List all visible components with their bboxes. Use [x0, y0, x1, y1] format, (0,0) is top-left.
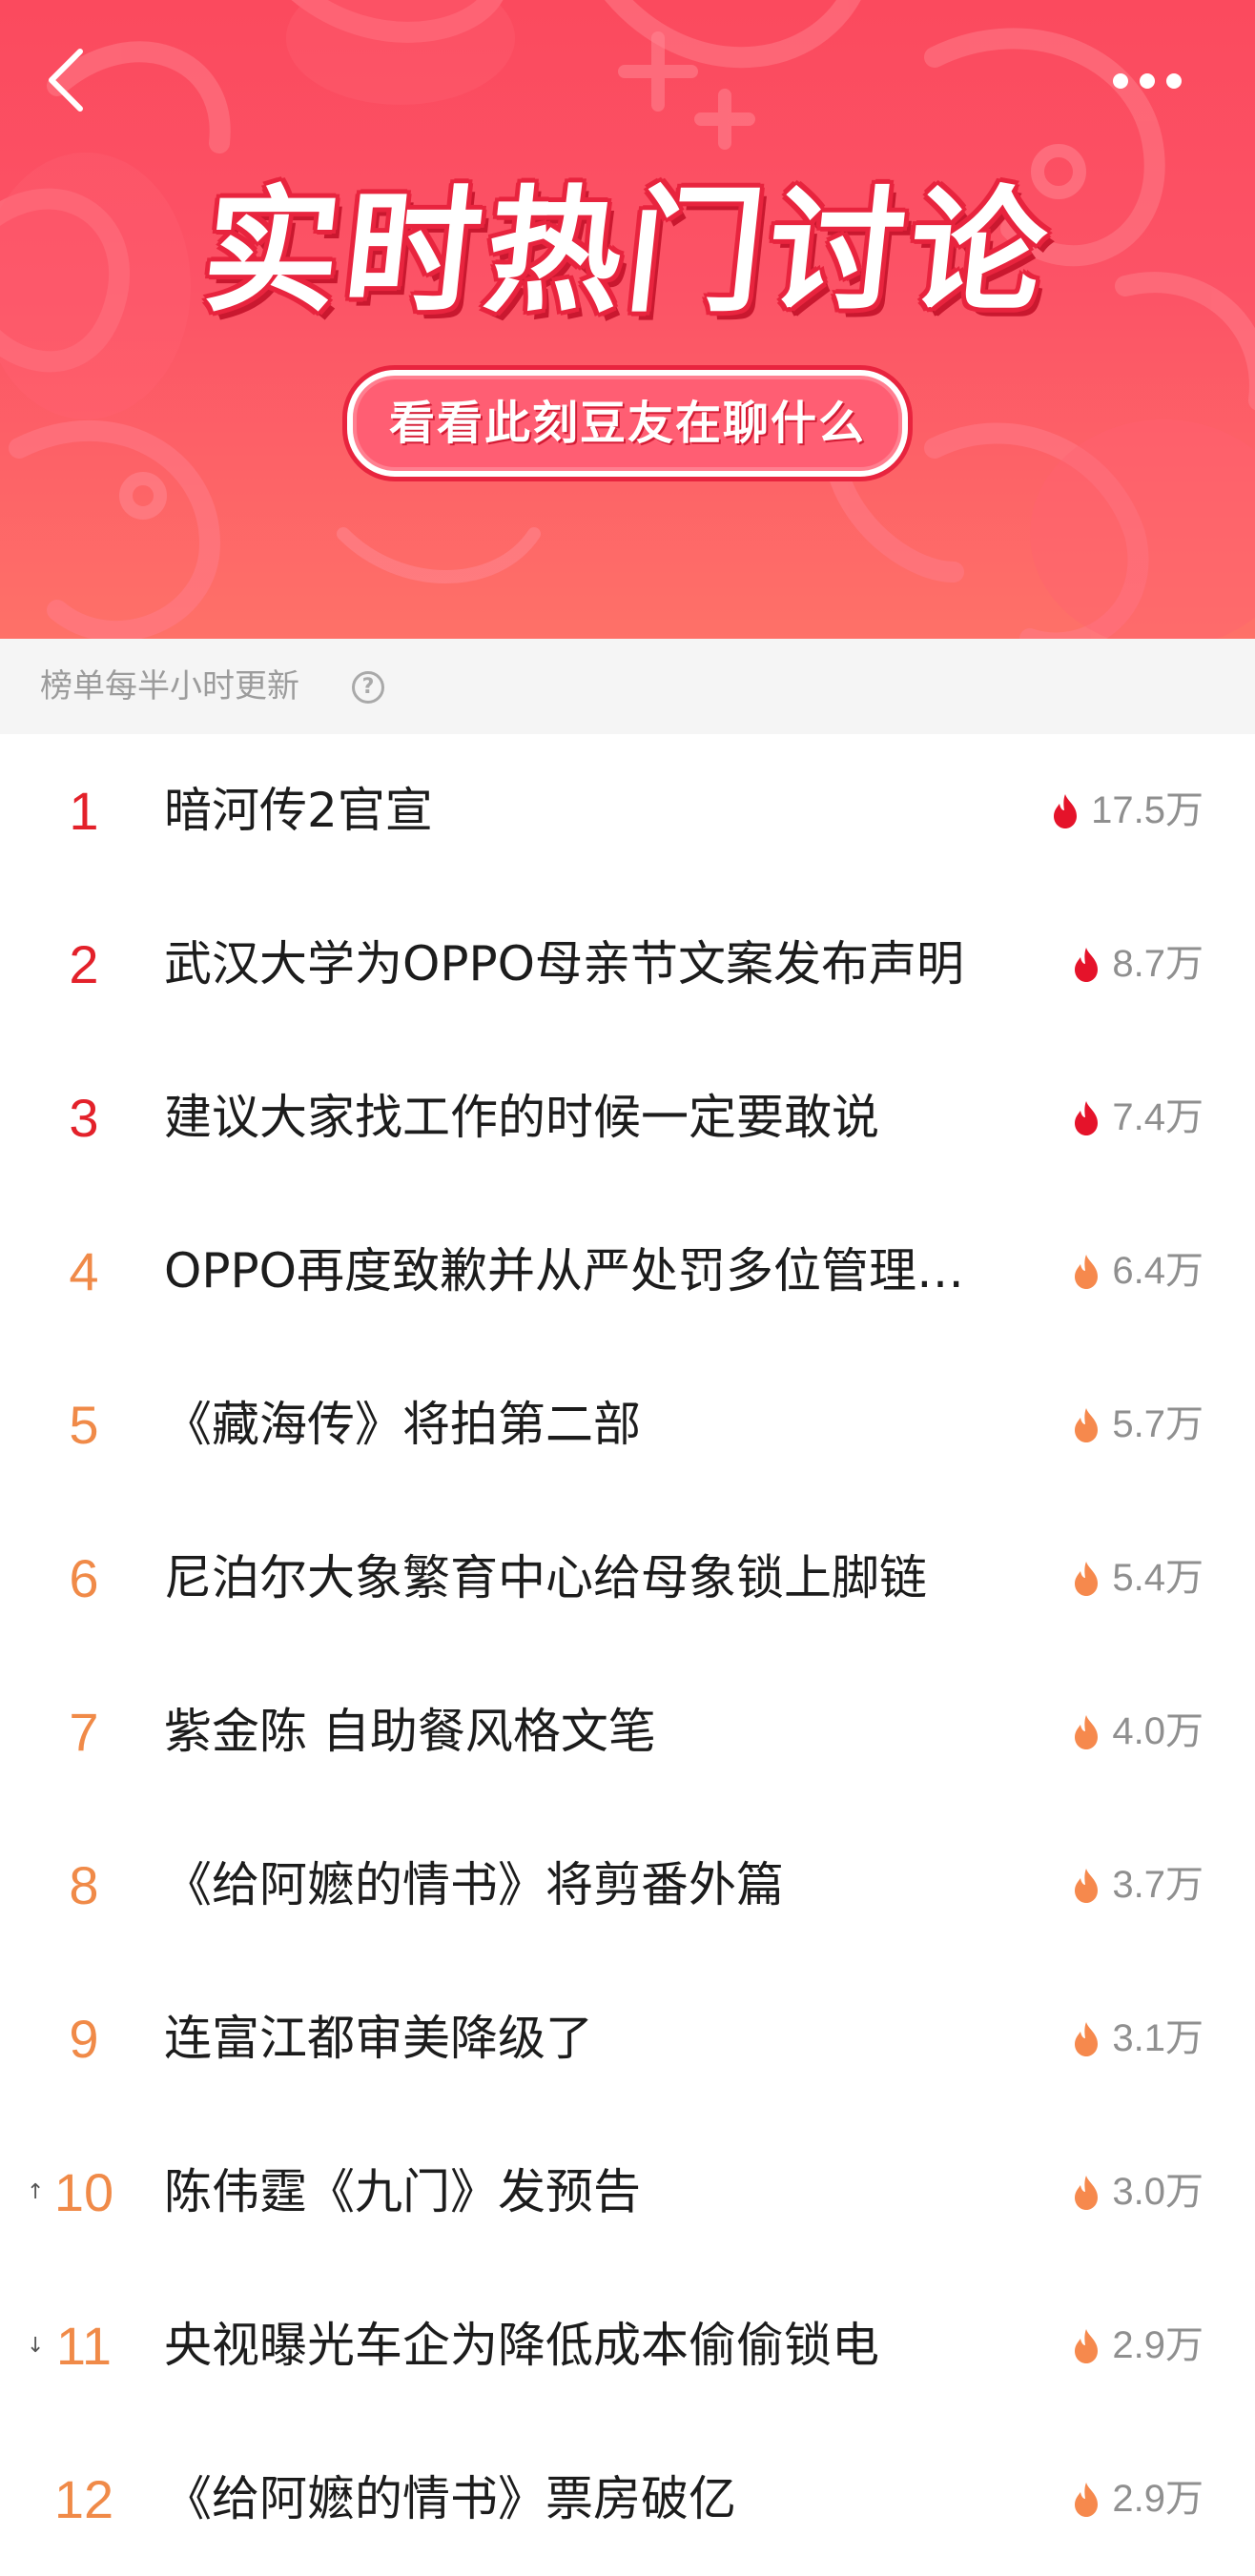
rank-number: 7 [69, 1702, 99, 1762]
list-item[interactable]: 2 武汉大学为OPPO母亲节文案发布声明 8.7万 [0, 888, 1255, 1041]
chevron-left-icon [49, 49, 83, 112]
flame-icon [1075, 1561, 1099, 1596]
back-button[interactable] [38, 42, 95, 118]
banner-title-wrap: 实时热门讨论 [0, 172, 1255, 334]
rank-number: 2 [69, 934, 99, 994]
hot-topic-list: 1 暗河传2官宣 17.5万 2 武汉大学为OPPO母亲节文案发布声明 8.7万… [0, 734, 1255, 2576]
list-item[interactable]: 1 暗河传2官宣 17.5万 [0, 734, 1255, 888]
topic-title: 《藏海传》将拍第二部 [164, 1397, 641, 1452]
topic-title: 央视曝光车企为降低成本偷偷锁电 [164, 2318, 879, 2373]
topic-title: 暗河传2官宣 [164, 783, 433, 838]
more-horizontal-icon [1113, 73, 1182, 89]
heat-count: 5.4万 [1072, 1502, 1204, 1655]
heat-count: 7.4万 [1072, 1041, 1204, 1195]
topic-title: 紫金陈 自助餐风格文笔 [164, 1704, 656, 1759]
flame-icon [1075, 2482, 1099, 2517]
heat-value: 2.9万 [1112, 2478, 1204, 2520]
list-item[interactable]: ↓ 11 央视曝光车企为降低成本偷偷锁电 2.9万 [0, 2269, 1255, 2423]
heat-value: 17.5万 [1091, 789, 1204, 831]
list-item[interactable]: 5 《藏海传》将拍第二部 5.7万 [0, 1348, 1255, 1502]
flame-icon [1075, 1254, 1099, 1289]
topic-title: 武汉大学为OPPO母亲节文案发布声明 [164, 936, 965, 992]
rank-number: 11 [55, 2316, 113, 2376]
heat-count: 8.7万 [1072, 888, 1204, 1041]
page-title: 实时热门讨论 [195, 174, 1060, 331]
heat-count: 6.4万 [1072, 1195, 1204, 1348]
flame-icon [1054, 793, 1078, 828]
heat-count: 2.9万 [1072, 2423, 1204, 2576]
heat-value: 8.7万 [1112, 943, 1204, 985]
heat-value: 3.1万 [1112, 2017, 1204, 2059]
list-item[interactable]: 8 《给阿嬷的情书》将剪番外篇 3.7万 [0, 1809, 1255, 1962]
flame-icon [1075, 1407, 1099, 1442]
flame-icon [1075, 947, 1099, 982]
rank-number: 5 [69, 1395, 99, 1455]
list-item[interactable]: 3 建议大家找工作的时候一定要敢说 7.4万 [0, 1041, 1255, 1195]
heat-count: 5.7万 [1072, 1348, 1204, 1502]
rank-number: 6 [69, 1548, 99, 1608]
heat-value: 5.7万 [1112, 1403, 1204, 1445]
heat-count: 3.7万 [1072, 1809, 1204, 1962]
rank-number: 10 [53, 2162, 114, 2222]
rank-number: 8 [69, 1855, 99, 1915]
rank-number: 3 [69, 1088, 99, 1148]
question-circle-icon[interactable]: ? [352, 671, 384, 704]
topic-title: 尼泊尔大象繁育中心给母象锁上脚链 [164, 1550, 927, 1605]
heat-value: 2.9万 [1112, 2324, 1204, 2366]
heat-count: 3.1万 [1072, 1962, 1204, 2116]
update-notice-text: 榜单每半小时更新 [40, 667, 299, 705]
update-notice-bar: 榜单每半小时更新 ? [0, 639, 1255, 734]
list-item[interactable]: 12 《给阿嬷的情书》票房破亿 2.9万 [0, 2423, 1255, 2576]
list-item[interactable]: 6 尼泊尔大象繁育中心给母象锁上脚链 5.4万 [0, 1502, 1255, 1655]
topic-title: 《给阿嬷的情书》票房破亿 [164, 2471, 736, 2526]
heat-count: 3.0万 [1072, 2116, 1204, 2269]
list-item[interactable]: ↑ 10 陈伟霆《九门》发预告 3.0万 [0, 2116, 1255, 2269]
list-item[interactable]: 7 紫金陈 自助餐风格文笔 4.0万 [0, 1655, 1255, 1809]
heat-value: 3.0万 [1112, 2171, 1204, 2213]
flame-icon [1075, 1868, 1099, 1903]
banner-subtitle-wrap: 看看此刻豆友在聊什么 [0, 370, 1255, 477]
heat-value: 4.0万 [1112, 1710, 1204, 1752]
heat-count: 2.9万 [1072, 2269, 1204, 2423]
heat-count: 17.5万 [1051, 734, 1204, 888]
list-item[interactable]: 9 连富江都审美降级了 3.1万 [0, 1962, 1255, 2116]
header-banner: 实时热门讨论 看看此刻豆友在聊什么 [0, 0, 1255, 639]
list-item[interactable]: 4 OPPO再度致歉并从严处罚多位管理人员 6.4万 [0, 1195, 1255, 1348]
page-subtitle: 看看此刻豆友在聊什么 [346, 370, 908, 477]
heat-value: 6.4万 [1112, 1250, 1204, 1292]
rank-number: 4 [69, 1241, 99, 1301]
topic-title: 连富江都审美降级了 [164, 2011, 593, 2066]
flame-icon [1075, 1100, 1099, 1135]
flame-icon [1075, 2328, 1099, 2363]
flame-icon [1075, 2021, 1099, 2056]
topic-title: OPPO再度致歉并从严处罚多位管理人员 [164, 1243, 965, 1298]
rank-number: 12 [53, 2469, 114, 2529]
heat-value: 3.7万 [1112, 1864, 1204, 1906]
flame-icon [1075, 2175, 1099, 2210]
heat-value: 5.4万 [1112, 1557, 1204, 1599]
flame-icon [1075, 1714, 1099, 1749]
heat-count: 4.0万 [1072, 1655, 1204, 1809]
rank-number: 9 [69, 2009, 99, 2069]
topic-title: 建议大家找工作的时候一定要敢说 [164, 1090, 879, 1145]
more-button[interactable] [1104, 57, 1190, 105]
heat-value: 7.4万 [1112, 1096, 1204, 1138]
topic-title: 《给阿嬷的情书》将剪番外篇 [164, 1857, 784, 1912]
topic-title: 陈伟霆《九门》发预告 [164, 2164, 641, 2219]
rank-number: 1 [69, 781, 99, 841]
